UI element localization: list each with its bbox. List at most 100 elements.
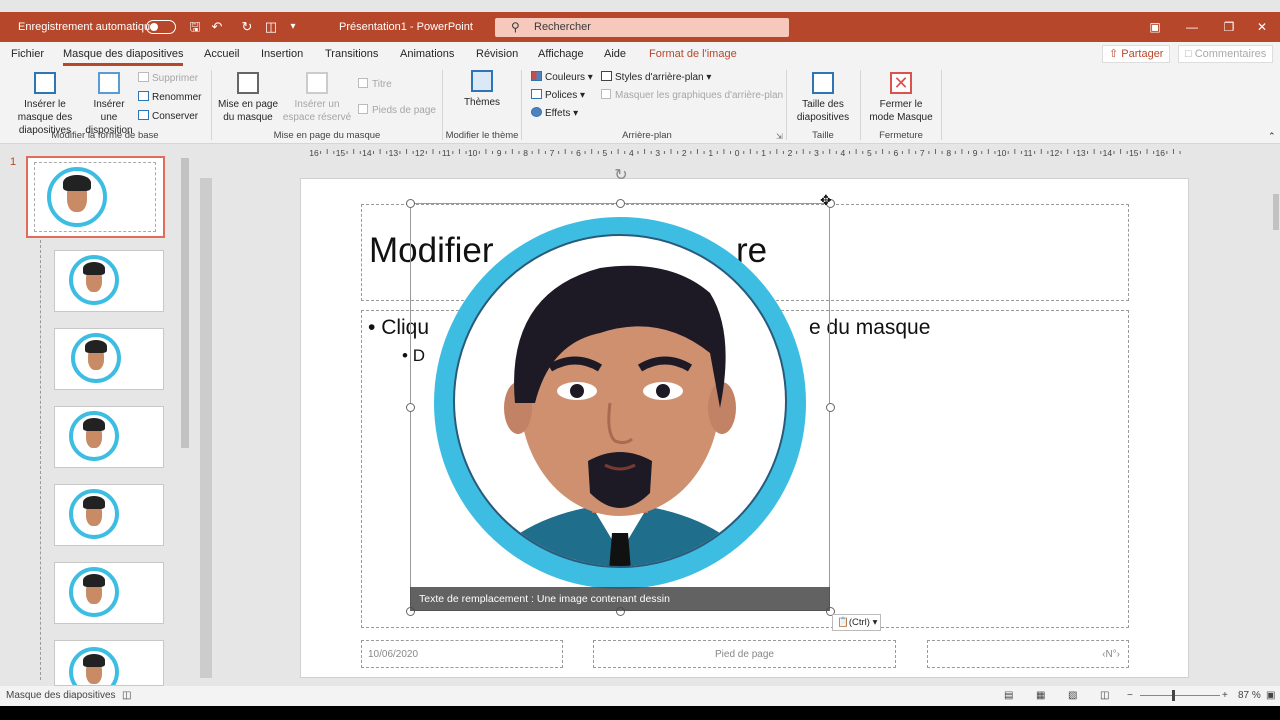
resize-handle-top-left[interactable] — [406, 199, 415, 208]
resize-handle-top[interactable] — [616, 199, 625, 208]
redo-icon[interactable]: ↻ — [238, 18, 256, 36]
tab-animations[interactable]: Animations — [400, 42, 454, 66]
ruler-label: 7 — [550, 148, 555, 158]
slide-scrollbar[interactable] — [1272, 146, 1280, 646]
document-title: Présentation1 - PowerPoint — [339, 21, 473, 33]
slide-size-button[interactable]: Taille des diapositives — [790, 72, 856, 124]
undo-icon[interactable]: ↶ — [208, 18, 226, 36]
ruler-label: 13 — [1076, 148, 1086, 158]
group-label-background: Arrière-plan — [622, 130, 672, 141]
ribbon-display-icon[interactable]: ▣ — [1137, 12, 1173, 42]
avatar-thumbnail — [71, 333, 121, 383]
zoom-in-icon[interactable]: + — [1222, 686, 1228, 706]
search-box[interactable]: ⚲ Rechercher — [495, 18, 789, 37]
tab-accueil[interactable]: Accueil — [204, 42, 239, 66]
ruler-label: 13 — [389, 148, 399, 158]
tab-insertion[interactable]: Insertion — [261, 42, 303, 66]
tab-revision[interactable]: Révision — [476, 42, 518, 66]
close-button[interactable]: ✕ — [1244, 12, 1280, 42]
footers-checkbox[interactable]: Pieds de page — [358, 104, 436, 117]
maximize-button[interactable]: ❐ — [1211, 12, 1247, 42]
tab-format-image[interactable]: Format de l'image — [649, 42, 737, 66]
dialog-launcher-icon[interactable]: ⇲ — [776, 130, 783, 143]
preserve-button[interactable]: Conserver — [138, 110, 198, 123]
minimize-button[interactable]: — — [1174, 12, 1210, 42]
date-placeholder[interactable]: 10/06/2020 — [361, 640, 563, 668]
tab-aide[interactable]: Aide — [604, 42, 626, 66]
save-icon[interactable]: 🖫 — [186, 18, 204, 36]
comments-button[interactable]: □ Commentaires — [1178, 45, 1274, 63]
insert-placeholder-button[interactable]: Insérer un espace réservé — [280, 72, 354, 124]
share-icon: ⇧ — [1109, 48, 1122, 60]
ruler-label: 2 — [788, 148, 793, 158]
colors-button[interactable]: Couleurs ▾ — [531, 71, 593, 84]
layout-tree-line — [40, 240, 41, 680]
ruler-label: 16 — [309, 148, 319, 158]
hide-background-check-box[interactable] — [601, 89, 611, 99]
resize-handle-left[interactable] — [406, 403, 415, 412]
layout-thumbnail[interactable] — [54, 406, 164, 468]
ruler-label: 1 — [708, 148, 713, 158]
autosave-toggle[interactable] — [146, 20, 176, 34]
tab-transitions[interactable]: Transitions — [325, 42, 378, 66]
resize-handle-right[interactable] — [826, 403, 835, 412]
reading-view-icon[interactable]: ▧ — [1068, 686, 1077, 706]
collapse-ribbon-icon[interactable]: ⌃ — [1268, 130, 1276, 143]
zoom-out-icon[interactable]: − — [1127, 686, 1133, 706]
layout-thumbnail[interactable] — [54, 250, 164, 312]
themes-button[interactable]: Thèmes — [460, 70, 504, 109]
insert-master-button[interactable]: Insérer le masque des diapositives — [6, 72, 84, 137]
slideshow-view-icon[interactable]: ◫ — [1100, 686, 1109, 706]
normal-view-icon[interactable]: ▤ — [1004, 686, 1013, 706]
footers-check-box[interactable] — [358, 104, 368, 114]
move-cursor-icon: ✥ — [820, 192, 832, 208]
ruler-label: 15 — [336, 148, 346, 158]
fonts-button[interactable]: Polices ▾ — [531, 89, 585, 102]
delete-button[interactable]: Supprimer — [138, 72, 198, 85]
themes-icon — [471, 70, 493, 92]
footer-placeholder[interactable]: Pied de page — [593, 640, 896, 668]
paste-options-button[interactable]: 📋(Ctrl) ▾ — [832, 614, 881, 631]
ruler-label: 4 — [841, 148, 846, 158]
tab-masque-diapositives[interactable]: Masque des diapositives — [63, 42, 184, 66]
zoom-level[interactable]: 87 % — [1238, 686, 1261, 706]
slide-number-placeholder[interactable]: ‹N°› — [927, 640, 1129, 668]
rotate-handle-icon[interactable]: ↻ — [612, 167, 630, 185]
customize-qat-icon[interactable]: ▾ — [284, 18, 302, 36]
master-thumbnail[interactable] — [26, 156, 165, 238]
sorter-view-icon[interactable]: ▦ — [1036, 686, 1045, 706]
layout-thumbnail[interactable] — [54, 562, 164, 624]
avatar-thumbnail — [69, 647, 119, 685]
layout-thumbnail[interactable] — [54, 640, 164, 686]
scrollbar-thumb[interactable] — [181, 158, 189, 448]
clipboard-icon: 📋 — [837, 617, 849, 628]
zoom-slider[interactable] — [1140, 695, 1220, 696]
hide-background-checkbox[interactable]: Masquer les graphiques d'arrière-plan — [601, 89, 783, 102]
ruler-label: 14 — [362, 148, 372, 158]
effects-button[interactable]: Effets ▾ — [531, 107, 578, 120]
background-styles-button[interactable]: Styles d'arrière-plan ▾ — [601, 71, 711, 84]
zoom-slider-thumb[interactable] — [1172, 690, 1175, 701]
ruler-label: 11 — [1024, 148, 1033, 158]
present-icon[interactable]: ◫ — [262, 18, 280, 36]
share-button[interactable]: ⇧ Partager — [1102, 45, 1171, 63]
slide-size-icon — [812, 72, 834, 94]
group-label-layout: Mise en page du masque — [273, 130, 381, 141]
layout-thumbnail[interactable] — [54, 484, 164, 546]
title-checkbox[interactable]: Titre — [358, 78, 392, 91]
tab-fichier[interactable]: Fichier — [11, 42, 44, 66]
title-check-box[interactable] — [358, 78, 368, 88]
master-layout-button[interactable]: Mise en page du masque — [216, 72, 280, 124]
accessibility-icon[interactable]: ◫ — [122, 686, 131, 706]
tab-affichage[interactable]: Affichage — [538, 42, 584, 66]
thumbnail-scrollbar[interactable] — [180, 148, 190, 684]
fit-slide-icon[interactable]: ▣ — [1266, 686, 1275, 706]
insert-layout-button[interactable]: Insérer une disposition — [84, 72, 134, 137]
avatar-thumbnail — [69, 567, 119, 617]
close-master-button[interactable]: ✕ Fermer le mode Masque — [866, 72, 936, 124]
ruler-label: 9 — [973, 148, 978, 158]
rename-button[interactable]: Renommer — [138, 91, 201, 104]
slide-scrollbar-thumb[interactable] — [1273, 194, 1279, 230]
layout-thumbnail[interactable] — [54, 328, 164, 390]
view-mode-label: Masque des diapositives — [6, 690, 116, 701]
